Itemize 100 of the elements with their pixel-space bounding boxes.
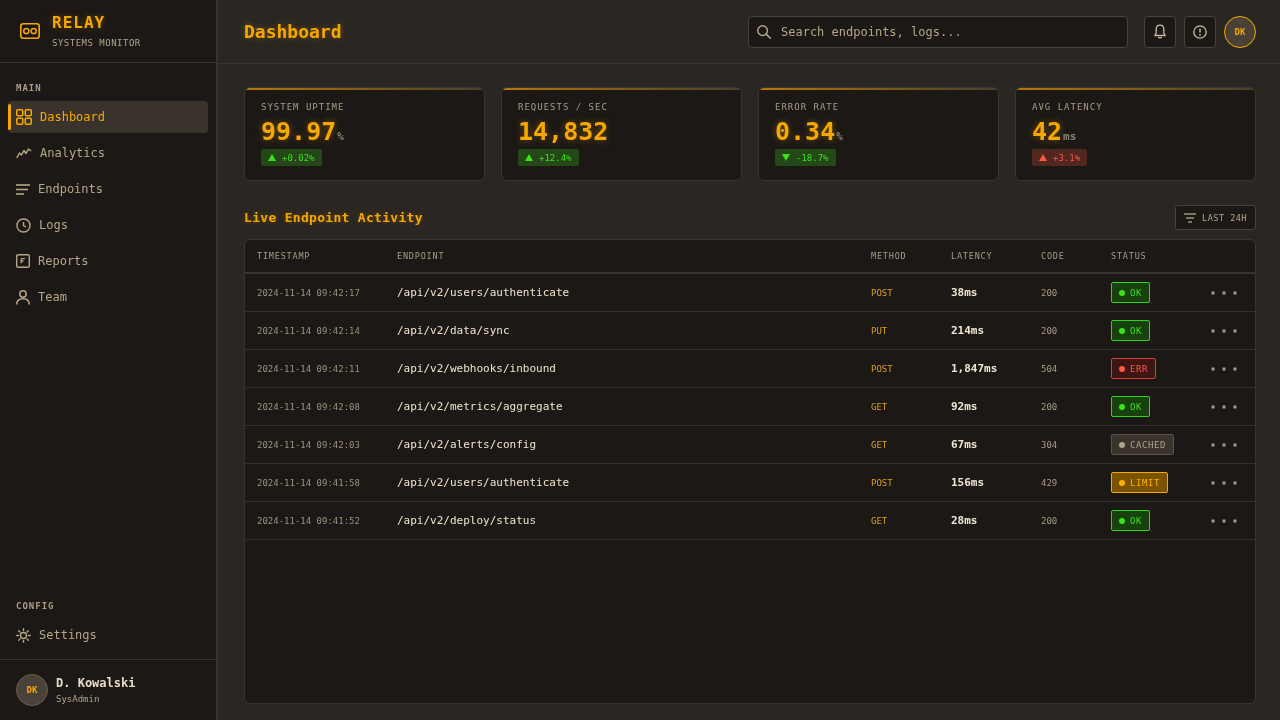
table-cell: /api/v2/metrics/aggregate: [385, 387, 859, 426]
column-header: LATENCY: [939, 240, 1029, 273]
brand-name: RELAY: [52, 13, 107, 32]
more-icon[interactable]: [1211, 328, 1237, 333]
status-label: ERR: [1130, 363, 1149, 374]
section-label: CONFIG: [16, 601, 55, 612]
table-cell: /api/v2/users/authenticate: [385, 273, 859, 312]
table-cell: /api/v2/data/sync: [385, 311, 859, 350]
table-cell: 429: [1029, 463, 1099, 502]
table-cell: 504: [1029, 349, 1099, 388]
table-cell: 38ms: [939, 273, 1029, 312]
table-cell: 1,847ms: [939, 349, 1029, 388]
stat-value: 0.34: [775, 117, 836, 147]
column-header: TIMESTAMP: [245, 240, 385, 273]
stat-label: REQUESTS / SEC: [518, 102, 608, 113]
table-cell: 214ms: [939, 311, 1029, 350]
nav-item[interactable]: Reports: [8, 245, 208, 277]
table-cell: 2024-11-14 09:42:11: [245, 349, 385, 388]
table-cell: 2024-11-14 09:42:17: [245, 273, 385, 312]
change-value: +3.1%: [1053, 152, 1081, 163]
nav-item[interactable]: Analytics: [8, 137, 208, 169]
table-cell: 200: [1029, 387, 1099, 426]
status-dot-icon: [1119, 403, 1125, 410]
more-icon[interactable]: [1211, 442, 1237, 447]
column-header: STATUS: [1099, 240, 1199, 273]
alert-icon: [1193, 24, 1207, 39]
brand-subtitle: SYSTEMS MONITOR: [52, 37, 141, 49]
grid-icon: [16, 109, 32, 125]
status-label: OK: [1130, 401, 1143, 412]
table-cell: 2024-11-14 09:41:58: [245, 463, 385, 502]
stat-label: ERROR RATE: [775, 102, 840, 113]
column-header: ENDPOINT: [385, 240, 859, 273]
nav-item[interactable]: Endpoints: [8, 173, 208, 205]
section-title: Live Endpoint Activity: [244, 210, 423, 225]
user-role: SysAdmin: [56, 693, 100, 705]
search-field[interactable]: Search endpoints, logs...: [748, 15, 1128, 48]
more-icon[interactable]: [1211, 366, 1237, 371]
status-dot-icon: [1119, 365, 1125, 372]
user-avatar: DK: [16, 674, 48, 706]
person-icon: [16, 289, 30, 305]
alerts-button[interactable]: [1184, 15, 1216, 48]
status-label: OK: [1130, 287, 1143, 298]
table-cell: /api/v2/webhooks/inbound: [385, 349, 859, 388]
table-cell: 92ms: [939, 387, 1029, 426]
table-cell: 304: [1029, 425, 1099, 464]
table-cell: PUT: [859, 311, 939, 350]
table-cell: 200: [1029, 501, 1099, 540]
table-cell: /api/v2/users/authenticate: [385, 463, 859, 502]
status-label: OK: [1130, 325, 1143, 336]
status-label: CACHED: [1130, 439, 1167, 450]
table-cell: /api/v2/deploy/status: [385, 501, 859, 540]
user-avatar[interactable]: DK: [1224, 15, 1256, 48]
table-cell: 200: [1029, 273, 1099, 312]
table-cell: 2024-11-14 09:41:52: [245, 501, 385, 540]
nav-item[interactable]: Logs: [8, 209, 208, 241]
user-name: D. Kowalski: [56, 675, 136, 690]
nav-item[interactable]: Dashboard: [8, 101, 208, 133]
line-chart-icon: [16, 147, 32, 159]
more-icon[interactable]: [1211, 480, 1237, 485]
stat-label: SYSTEM UPTIME: [261, 102, 345, 113]
notifications-button[interactable]: [1144, 15, 1176, 48]
logo-icon: [20, 23, 40, 39]
stat-label: AVG LATENCY: [1032, 102, 1103, 113]
nav-item[interactable]: Team: [8, 281, 208, 313]
status-dot-icon: [1119, 479, 1125, 486]
more-icon[interactable]: [1211, 290, 1237, 295]
change-value: +0.02%: [282, 152, 315, 163]
list-icon: [16, 183, 30, 195]
column-header: METHOD: [859, 240, 939, 273]
table-cell: POST: [859, 273, 939, 312]
table-cell: 2024-11-14 09:42:14: [245, 311, 385, 350]
more-icon[interactable]: [1211, 518, 1237, 523]
stat-value: 42: [1032, 117, 1063, 147]
stat-unit: ms: [1063, 130, 1077, 143]
status-dot-icon: [1119, 327, 1125, 334]
stat-unit: %: [337, 130, 344, 143]
stat-unit: %: [836, 130, 843, 143]
status-dot-icon: [1119, 441, 1125, 448]
table-cell: 2024-11-14 09:42:08: [245, 387, 385, 426]
page-title: Dashboard: [244, 21, 343, 42]
table-cell: GET: [859, 387, 939, 426]
column-header: CODE: [1029, 240, 1099, 273]
table-cell: 156ms: [939, 463, 1029, 502]
filter-icon: [1184, 212, 1197, 223]
stat-value: 99.97: [261, 117, 337, 147]
stat-value: 14,832: [518, 117, 609, 147]
change-value: -18.7%: [796, 152, 829, 163]
nav-item[interactable]: Settings: [8, 619, 208, 651]
time-filter-button[interactable]: LAST 24H: [1175, 205, 1256, 230]
status-dot-icon: [1119, 289, 1125, 296]
status-label: LIMIT: [1130, 477, 1161, 488]
settings-icon: [16, 627, 31, 643]
more-icon[interactable]: [1211, 404, 1237, 409]
table-cell: 2024-11-14 09:42:03: [245, 425, 385, 464]
section-label: MAIN: [16, 83, 42, 94]
table-cell: POST: [859, 349, 939, 388]
document-icon: [16, 254, 30, 268]
search-icon: [757, 24, 771, 39]
bell-icon: [1154, 24, 1166, 39]
status-dot-icon: [1119, 517, 1125, 524]
